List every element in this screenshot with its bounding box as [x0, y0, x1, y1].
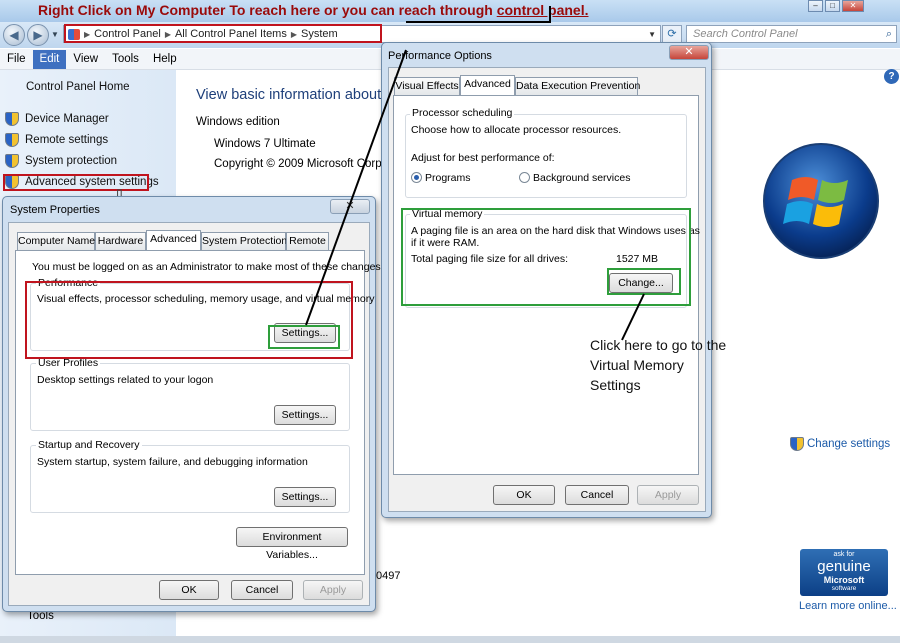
callout-line: Settings	[590, 377, 641, 393]
connector-line	[406, 6, 551, 23]
annotation-lines	[305, 6, 645, 341]
connector-line	[621, 293, 645, 341]
connector-line	[305, 49, 407, 326]
tab-advanced[interactable]: Advanced	[146, 230, 201, 250]
callout-line: Virtual Memory	[590, 357, 684, 373]
tab-advanced[interactable]: Advanced	[460, 75, 515, 95]
callout-line: Click here to go to the	[590, 337, 727, 353]
callout-annotation: Click here to go to the Virtual Memory S…	[590, 335, 750, 395]
